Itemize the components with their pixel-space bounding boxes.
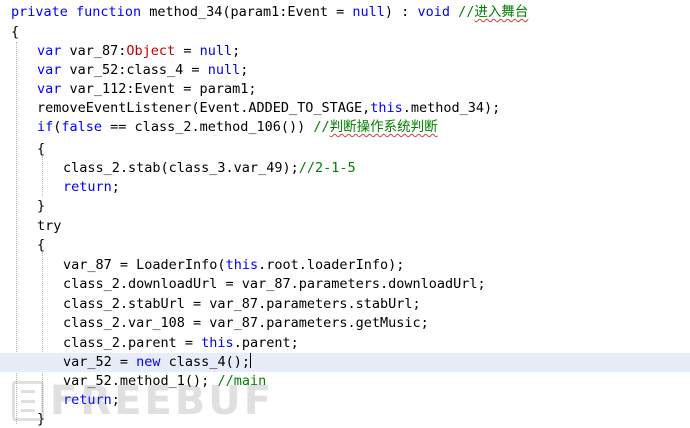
keyword: new [136, 354, 161, 370]
code-text: var_52 = [63, 354, 137, 370]
code-text: .root.loaderInfo); [258, 257, 405, 273]
comment: // [313, 119, 330, 135]
code-text: class_2.downloadUrl = var_87.parameters.… [63, 276, 486, 292]
code-text: ) : [384, 4, 418, 20]
keyword: var [37, 81, 62, 97]
comment: 判断操作系统判断 [329, 119, 438, 135]
code-text: == class_2.method_106()) [102, 119, 314, 135]
code-text: class_4(); [160, 354, 250, 370]
comment: //main [217, 373, 267, 389]
code-text: .parent; [233, 335, 299, 351]
text-cursor [249, 353, 251, 368]
code-text: method_34(param1:Event = [141, 4, 353, 20]
code-line[interactable]: } [0, 197, 690, 216]
code-line[interactable]: class_2.parent = this.parent; [0, 334, 690, 353]
code-line[interactable]: } [0, 410, 690, 428]
code-line[interactable]: class_2.var_108 = var_87.parameters.getM… [0, 314, 690, 333]
code-line[interactable]: if(false == class_2.method_106()) //判断操作… [0, 118, 690, 137]
keyword: null [352, 4, 385, 20]
keyword: false [61, 119, 103, 135]
code-text: var_87: [61, 43, 127, 59]
code-text: ; [232, 43, 241, 59]
code-line[interactable]: { [0, 140, 690, 159]
code-line[interactable]: { [0, 23, 690, 42]
code-editor[interactable]: private function method_34(param1:Event … [0, 0, 690, 428]
code-text: try [37, 218, 62, 234]
code-text: = [175, 43, 200, 59]
keyword: return [63, 392, 112, 408]
code-text: ; [111, 392, 120, 408]
keyword: if [37, 119, 54, 135]
code-text: class_2.var_108 = var_87.parameters.getM… [63, 315, 429, 331]
code-text: ; [111, 179, 120, 195]
code-line[interactable]: var_87 = LoaderInfo(this.root.loaderInfo… [0, 256, 690, 275]
code-text: removeEventListener(Event.ADDED_TO_STAGE… [37, 100, 371, 116]
comment: // [458, 4, 475, 20]
type-name: Object [126, 43, 176, 59]
comment: //2-1-5 [298, 160, 356, 176]
code-line[interactable]: class_2.stab(class_3.var_49);//2-1-5 [0, 159, 690, 178]
keyword: return [63, 179, 112, 195]
keyword: this [201, 335, 234, 351]
code-line[interactable]: var var_87:Object = null; [0, 42, 690, 61]
code-text: var_52:class_4 = [61, 62, 208, 78]
code-line[interactable]: var var_52:class_4 = null; [0, 61, 690, 80]
code-text: ; [240, 62, 249, 78]
code-text: var_52.method_1(); [63, 373, 218, 389]
code-line[interactable]: return; [0, 178, 690, 197]
keyword: null [199, 43, 233, 59]
keyword: private [11, 4, 68, 20]
code-line[interactable]: private function method_34(param1:Event … [0, 3, 690, 22]
comment: 进入舞台 [474, 4, 529, 20]
code-line[interactable]: return; [0, 391, 690, 410]
keyword: function [76, 4, 142, 20]
code-text: var_87 = LoaderInfo( [63, 257, 226, 273]
brace: { [37, 141, 46, 157]
code-text: .method_34); [402, 100, 501, 116]
current-code-line[interactable]: var_52 = new class_4(); [0, 353, 690, 372]
brace: } [37, 411, 46, 427]
code-line[interactable]: removeEventListener(Event.ADDED_TO_STAGE… [0, 99, 690, 118]
keyword: void [417, 4, 450, 20]
brace: } [37, 198, 46, 214]
brace: { [11, 24, 20, 40]
keyword: var [37, 62, 62, 78]
code-line[interactable]: var_52.method_1(); //main [0, 372, 690, 391]
code-line[interactable]: var var_112:Event = param1; [0, 80, 690, 99]
keyword: null [207, 62, 241, 78]
code-line[interactable]: class_2.stabUrl = var_87.parameters.stab… [0, 295, 690, 314]
code-text: class_2.stab(class_3.var_49); [63, 160, 299, 176]
keyword: this [225, 257, 259, 273]
code-text: class_2.stabUrl = var_87.parameters.stab… [63, 296, 421, 312]
keyword: var [37, 43, 62, 59]
code-text: class_2.parent = [63, 335, 202, 351]
code-line[interactable]: { [0, 236, 690, 255]
code-text: var_112:Event = param1; [61, 81, 257, 97]
code-line[interactable]: try [0, 217, 690, 236]
code-line[interactable]: class_2.downloadUrl = var_87.parameters.… [0, 275, 690, 294]
keyword: this [370, 100, 403, 116]
brace: { [37, 237, 46, 253]
